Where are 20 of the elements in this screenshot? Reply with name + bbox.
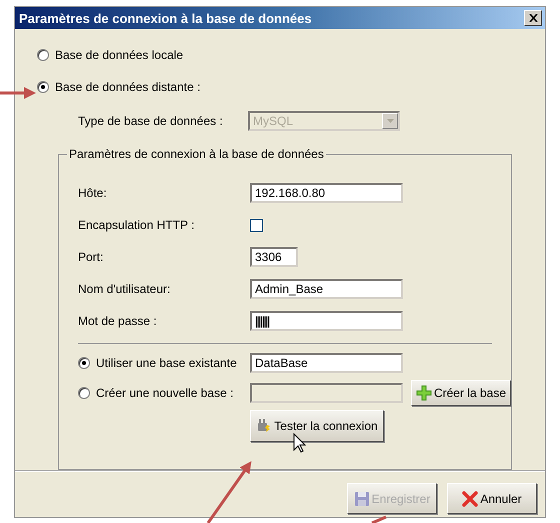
input-field[interactable]: 192.168.0.80 bbox=[250, 183, 403, 203]
input-field[interactable]: DataBase bbox=[250, 353, 403, 373]
test-connection-button[interactable]: Tester la connexion bbox=[250, 410, 384, 442]
field-label: Encapsulation HTTP : bbox=[78, 218, 196, 232]
input-field[interactable]: Admin_Base bbox=[250, 279, 403, 299]
cancel-button[interactable]: Annuler bbox=[447, 483, 537, 514]
radio-label: Utiliser une base existante bbox=[96, 356, 237, 370]
field-label: Nom d'utilisateur: bbox=[78, 282, 172, 296]
radio-label: Base de données locale bbox=[55, 48, 184, 62]
create-database-button[interactable]: Créer la base bbox=[411, 380, 511, 406]
window-title: Paramètres de connexion à la base de données bbox=[19, 10, 312, 26]
field-label: Port: bbox=[78, 250, 104, 264]
input-field[interactable]: 3306 bbox=[250, 247, 298, 267]
field-label: Mot de passe : bbox=[78, 314, 158, 328]
radio-label: Base de données distante : bbox=[55, 80, 200, 94]
field-label: Hôte: bbox=[78, 186, 108, 200]
field-label: Type de base de données : bbox=[78, 114, 224, 128]
radio-label: Créer une nouvelle base : bbox=[96, 386, 234, 400]
password-field[interactable]: |||||| bbox=[250, 311, 403, 331]
group-title: Paramètres de connexion à la base de données bbox=[67, 147, 326, 161]
